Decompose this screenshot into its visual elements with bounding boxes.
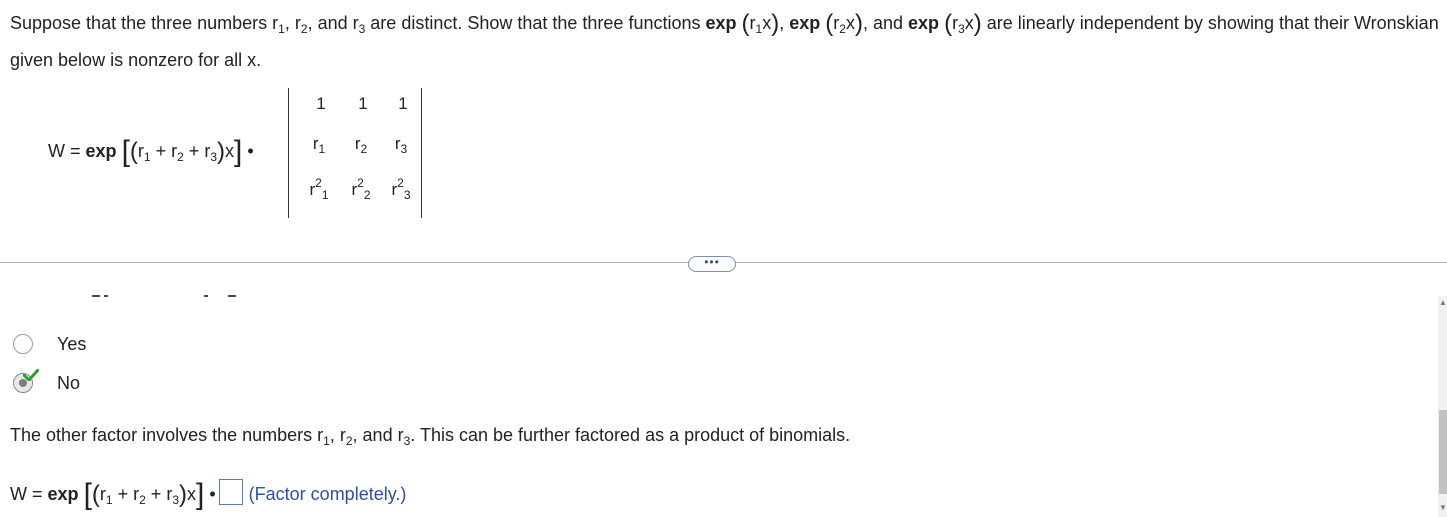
factor-explanation: The other factor involves the numbers r1… xyxy=(10,425,851,448)
wronskian-expression: W = exp [(r1 + r2 + r3)x] • xyxy=(48,135,254,168)
matrix-cell: r2 xyxy=(354,134,368,156)
option-label-yes: Yes xyxy=(57,334,87,354)
scrollbar-thumb[interactable] xyxy=(1439,410,1447,494)
matrix-cell: 1 xyxy=(316,94,326,113)
radio-yes[interactable] xyxy=(13,334,33,354)
matrix-cell: r22 xyxy=(351,176,371,202)
expand-ellipsis-button[interactable]: ••• xyxy=(688,256,736,272)
matrix-cell: 1 xyxy=(358,94,368,113)
scroll-up-arrow-icon[interactable]: ▲ xyxy=(1439,298,1447,308)
checkmark-icon xyxy=(23,369,39,381)
question-prompt: Suppose that the three numbers r1, r2, a… xyxy=(10,10,1439,70)
matrix-cell: r3 xyxy=(394,134,408,156)
option-label-no: No xyxy=(57,373,81,393)
answer-input-box[interactable] xyxy=(218,479,243,505)
clipped-text-fragment xyxy=(92,290,237,298)
wronskian-determinant: 1 1 1 r1 r2 r3 r21 r22 r23 xyxy=(288,88,422,218)
answer-row: W = exp [(r1 + r2 + r3)x] • (Factor compl… xyxy=(10,478,407,511)
factor-hint: (Factor completely.) xyxy=(248,484,407,504)
matrix-cell: r21 xyxy=(309,176,329,202)
matrix-cell: r23 xyxy=(391,176,411,202)
matrix-cell: r1 xyxy=(312,134,326,156)
scroll-down-arrow-icon[interactable]: ▼ xyxy=(1439,503,1447,513)
matrix-cell: 1 xyxy=(398,94,408,113)
